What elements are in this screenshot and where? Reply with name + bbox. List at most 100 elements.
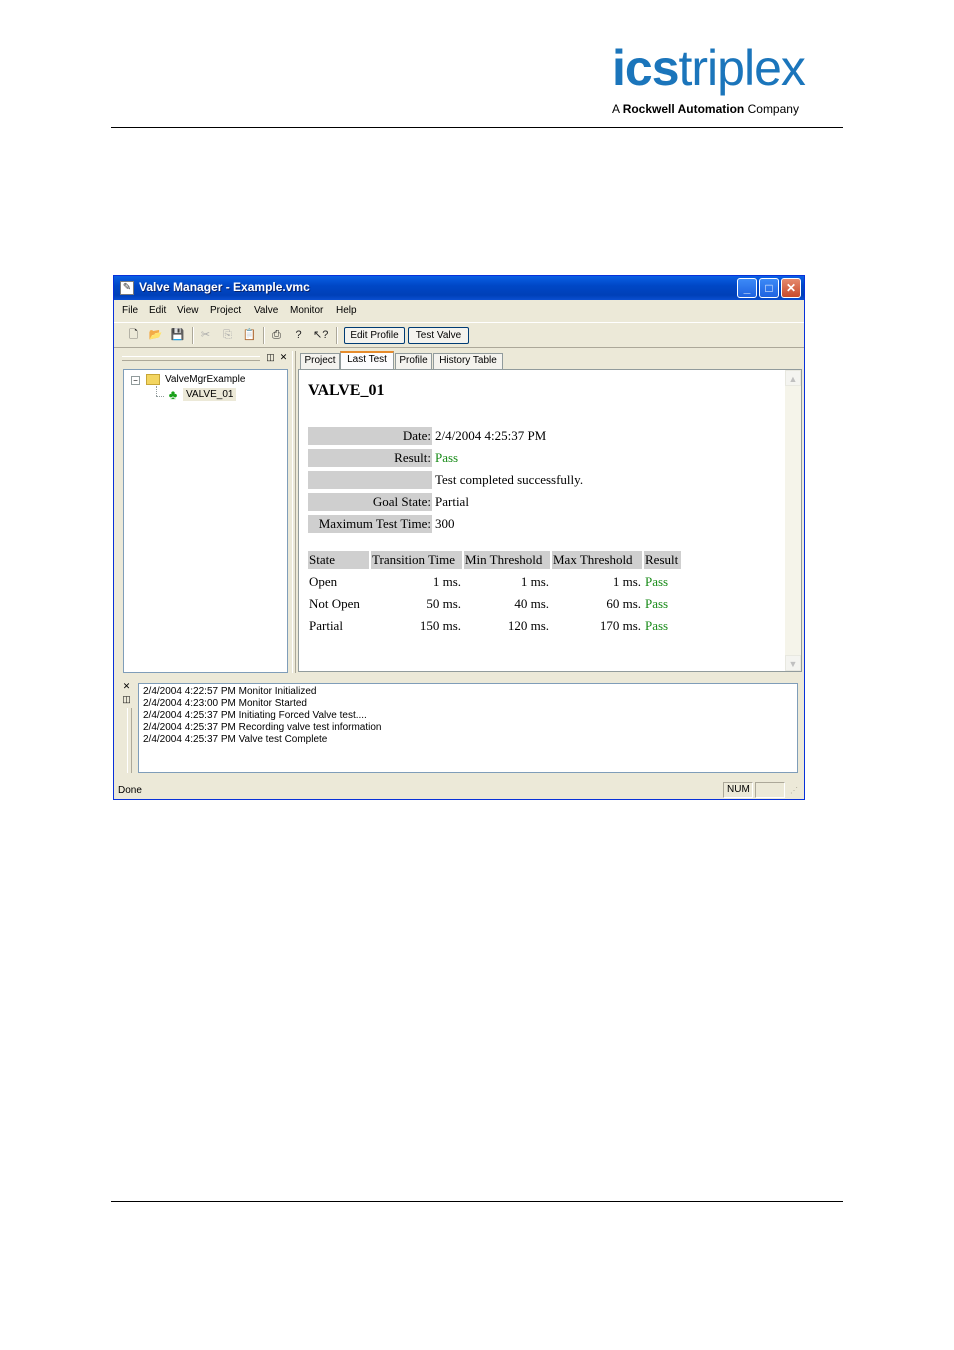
cell-min-threshold: 40 ms. (514, 596, 549, 611)
field-label: Result: (308, 449, 432, 467)
project-tree-panel: ◫ ✕ − ValveMgrExample ♣ VALVE_01 (118, 351, 296, 673)
cell-result: Pass (645, 596, 669, 611)
log-line: 2/4/2004 4:22:57 PM Monitor Initialized (143, 686, 317, 697)
output-log: 2/4/2004 4:22:57 PM Monitor Initialized … (138, 683, 798, 773)
field-label: Goal State: (308, 493, 432, 511)
status-bar: Done NUM ⋰ (114, 781, 804, 799)
help-icon[interactable]: ? (291, 328, 306, 343)
copy-icon[interactable]: ⎘ (220, 328, 235, 343)
log-line: 2/4/2004 4:25:37 PM Recording valve test… (143, 722, 382, 733)
field-value: Pass (435, 450, 459, 465)
log-line: 2/4/2004 4:23:00 PM Monitor Started (143, 698, 307, 709)
close-pane-icon[interactable]: ✕ (279, 353, 288, 362)
restore-pane-icon[interactable]: ◫ (266, 353, 275, 362)
cell-state: Not Open (309, 596, 360, 611)
logo-brand: icstriplex (612, 40, 806, 96)
menu-monitor[interactable]: Monitor (290, 305, 323, 316)
menu-valve[interactable]: Valve (254, 305, 278, 316)
tree-connector (156, 386, 158, 396)
new-file-icon[interactable]: 🗋 (126, 328, 141, 343)
cell-min-threshold: 1 ms. (520, 574, 549, 589)
collapse-toggle-icon[interactable]: − (131, 376, 140, 385)
maximize-button[interactable]: □ (759, 278, 779, 298)
output-gripper[interactable] (127, 708, 132, 773)
toolbar-separator (263, 327, 265, 344)
save-icon[interactable]: 💾 (170, 328, 185, 343)
tab-strip: Project Last Test Profile History Table (298, 351, 802, 369)
folder-icon (146, 374, 160, 385)
field-value: 300 (435, 516, 455, 531)
column-header-max-threshold: Max Threshold (552, 551, 642, 569)
column-header-result: Result (644, 551, 681, 569)
valve-icon: ♣ (168, 387, 178, 402)
valve-manager-window: ✎ Valve Manager - Example.vmc _ □ ✕ File… (113, 275, 805, 800)
cell-state: Open (309, 574, 338, 589)
last-test-view: VALVE_01 Date: 2/4/2004 4:25:37 PM Resul… (298, 369, 802, 672)
cell-max-threshold: 1 ms. (612, 574, 641, 589)
vertical-scrollbar[interactable]: ▲ ▼ (785, 370, 801, 671)
test-valve-button[interactable]: Test Valve (408, 327, 469, 344)
minimize-button[interactable]: _ (737, 278, 757, 298)
close-button[interactable]: ✕ (781, 278, 801, 298)
column-header-min-threshold: Min Threshold (464, 551, 550, 569)
print-icon[interactable]: ⎙ (269, 328, 284, 343)
menu-edit[interactable]: Edit (149, 305, 166, 316)
num-lock-indicator: NUM (723, 782, 753, 798)
valve-name-heading: VALVE_01 (308, 382, 385, 399)
status-pane (755, 782, 785, 798)
close-output-icon[interactable]: ✕ (121, 681, 132, 692)
status-message: Done (118, 785, 142, 796)
header-rule (111, 127, 843, 128)
tab-project[interactable]: Project (300, 353, 340, 369)
cell-transition-time: 150 ms. (419, 618, 461, 633)
cell-transition-time: 50 ms. (426, 596, 461, 611)
resize-grip-icon[interactable]: ⋰ (790, 786, 800, 796)
edit-profile-button[interactable]: Edit Profile (344, 327, 405, 344)
restore-output-icon[interactable]: ◫ (121, 694, 132, 705)
tree-item-project[interactable]: ValveMgrExample (165, 374, 245, 385)
column-header-state: State (308, 551, 369, 569)
menu-bar: File Edit View Project Valve Monitor Hel… (114, 301, 804, 321)
menu-file[interactable]: File (122, 305, 138, 316)
tab-profile[interactable]: Profile (395, 353, 432, 369)
window-title: Valve Manager - Example.vmc (139, 280, 310, 294)
cell-result: Pass (645, 618, 669, 633)
toolbar-separator (192, 327, 194, 344)
paste-icon[interactable]: 📋 (242, 328, 257, 343)
app-icon: ✎ (120, 281, 134, 295)
toolbar-separator (336, 327, 338, 344)
cell-result: Pass (645, 574, 669, 589)
panel-gripper-line (122, 360, 260, 361)
title-bar[interactable]: ✎ Valve Manager - Example.vmc _ □ ✕ (114, 276, 804, 300)
field-value: Partial (435, 494, 469, 509)
field-value: 2/4/2004 4:25:37 PM (435, 428, 547, 443)
cell-min-threshold: 120 ms. (507, 618, 549, 633)
log-line: 2/4/2004 4:25:37 PM Valve test Complete (143, 734, 328, 745)
log-line: 2/4/2004 4:25:37 PM Initiating Forced Va… (143, 710, 367, 721)
field-label: Date: (308, 427, 432, 445)
menu-project[interactable]: Project (210, 305, 241, 316)
context-help-icon[interactable]: ↖? (313, 328, 328, 343)
toolbar: 🗋 📂 💾 ✂ ⎘ 📋 ⎙ ? ↖? Edit Profile Test Val… (114, 322, 804, 348)
scroll-down-icon[interactable]: ▼ (785, 655, 801, 671)
menu-view[interactable]: View (177, 305, 199, 316)
ics-triplex-logo: icstriplex A Rockwell Automation Company (612, 42, 844, 118)
scroll-up-icon[interactable]: ▲ (785, 370, 801, 386)
cell-state: Partial (309, 618, 343, 633)
tab-history-table[interactable]: History Table (433, 353, 503, 369)
project-tree: − ValveMgrExample ♣ VALVE_01 (123, 369, 288, 673)
cell-transition-time: 1 ms. (432, 574, 461, 589)
menu-help[interactable]: Help (336, 305, 357, 316)
cut-icon[interactable]: ✂ (198, 328, 213, 343)
cell-max-threshold: 170 ms. (599, 618, 641, 633)
cell-max-threshold: 60 ms. (606, 596, 641, 611)
tree-item-valve[interactable]: VALVE_01 (183, 388, 237, 401)
pane-splitter[interactable] (292, 351, 296, 673)
open-folder-icon[interactable]: 📂 (148, 328, 163, 343)
field-value: Test completed successfully. (435, 472, 584, 487)
tree-connector (156, 396, 164, 398)
field-label: Maximum Test Time: (308, 515, 432, 533)
field-label (308, 471, 432, 489)
logo-tagline: A Rockwell Automation Company (612, 102, 799, 116)
tab-last-test[interactable]: Last Test (340, 351, 394, 369)
